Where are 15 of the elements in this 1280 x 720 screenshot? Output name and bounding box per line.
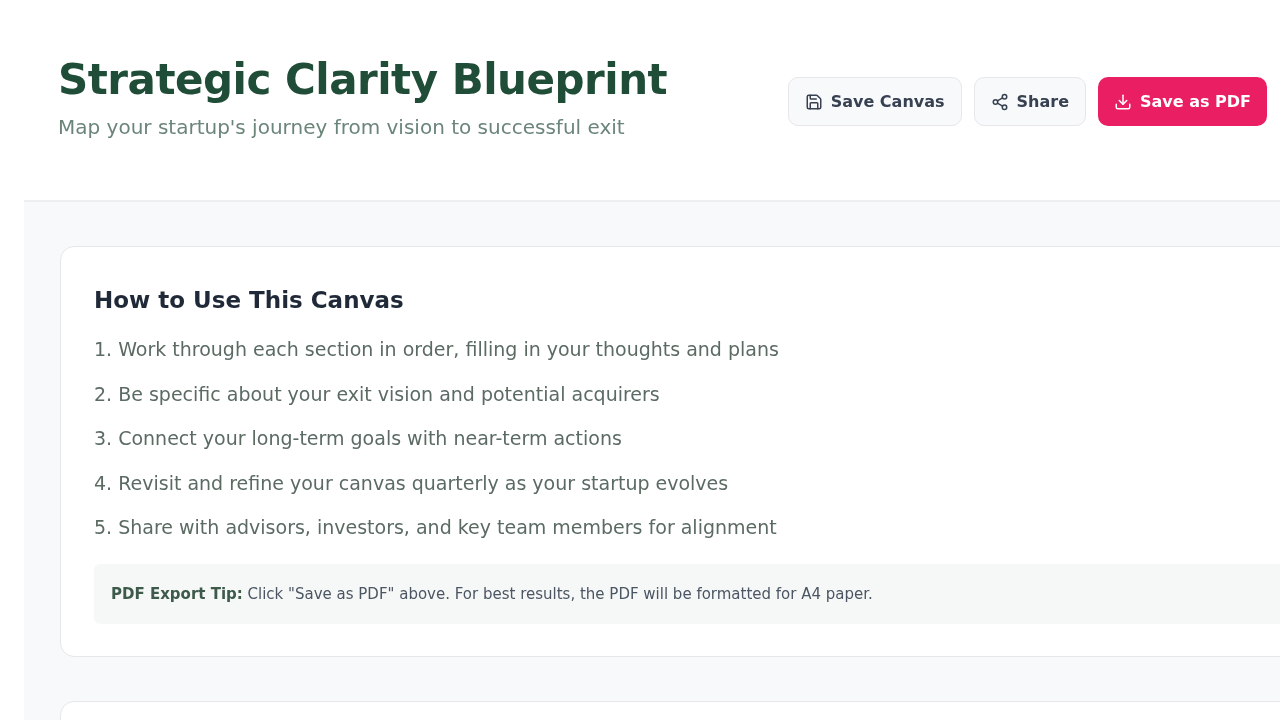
card-title: How to Use This Canvas [94, 286, 405, 315]
instruction-step: 5. Share with advisors, investors, and key team members for alignment [94, 505, 1280, 550]
tip-text: PDF Export Tip: Click "Save as PDF" above. For best results, the PDF will be formatted for A4 paper. [111, 583, 873, 605]
share-button[interactable]: Share [973, 77, 1086, 126]
page-title: Strategic Clarity Blueprint [58, 54, 668, 106]
instruction-step: 1. Work through each section in order, filling in your thoughts and plans [94, 327, 1280, 372]
save-pdf-button[interactable]: Save as PDF [1098, 77, 1267, 126]
download-icon [1114, 92, 1132, 111]
save-canvas-button[interactable]: Save Canvas [787, 77, 962, 126]
share-icon [990, 92, 1009, 111]
instruction-step: 2. Be specific about your exit vision and potential acquirers [94, 371, 1280, 417]
instruction-step: 4. Revisit and refine your canvas quarterly as your startup evolves [94, 460, 1280, 506]
save-icon [804, 92, 823, 111]
instruction-step: 3. Connect your long-term goals with near-term actions [94, 416, 1280, 461]
page-subtitle: Map your startup's journey from vision to successful exit [58, 114, 626, 141]
